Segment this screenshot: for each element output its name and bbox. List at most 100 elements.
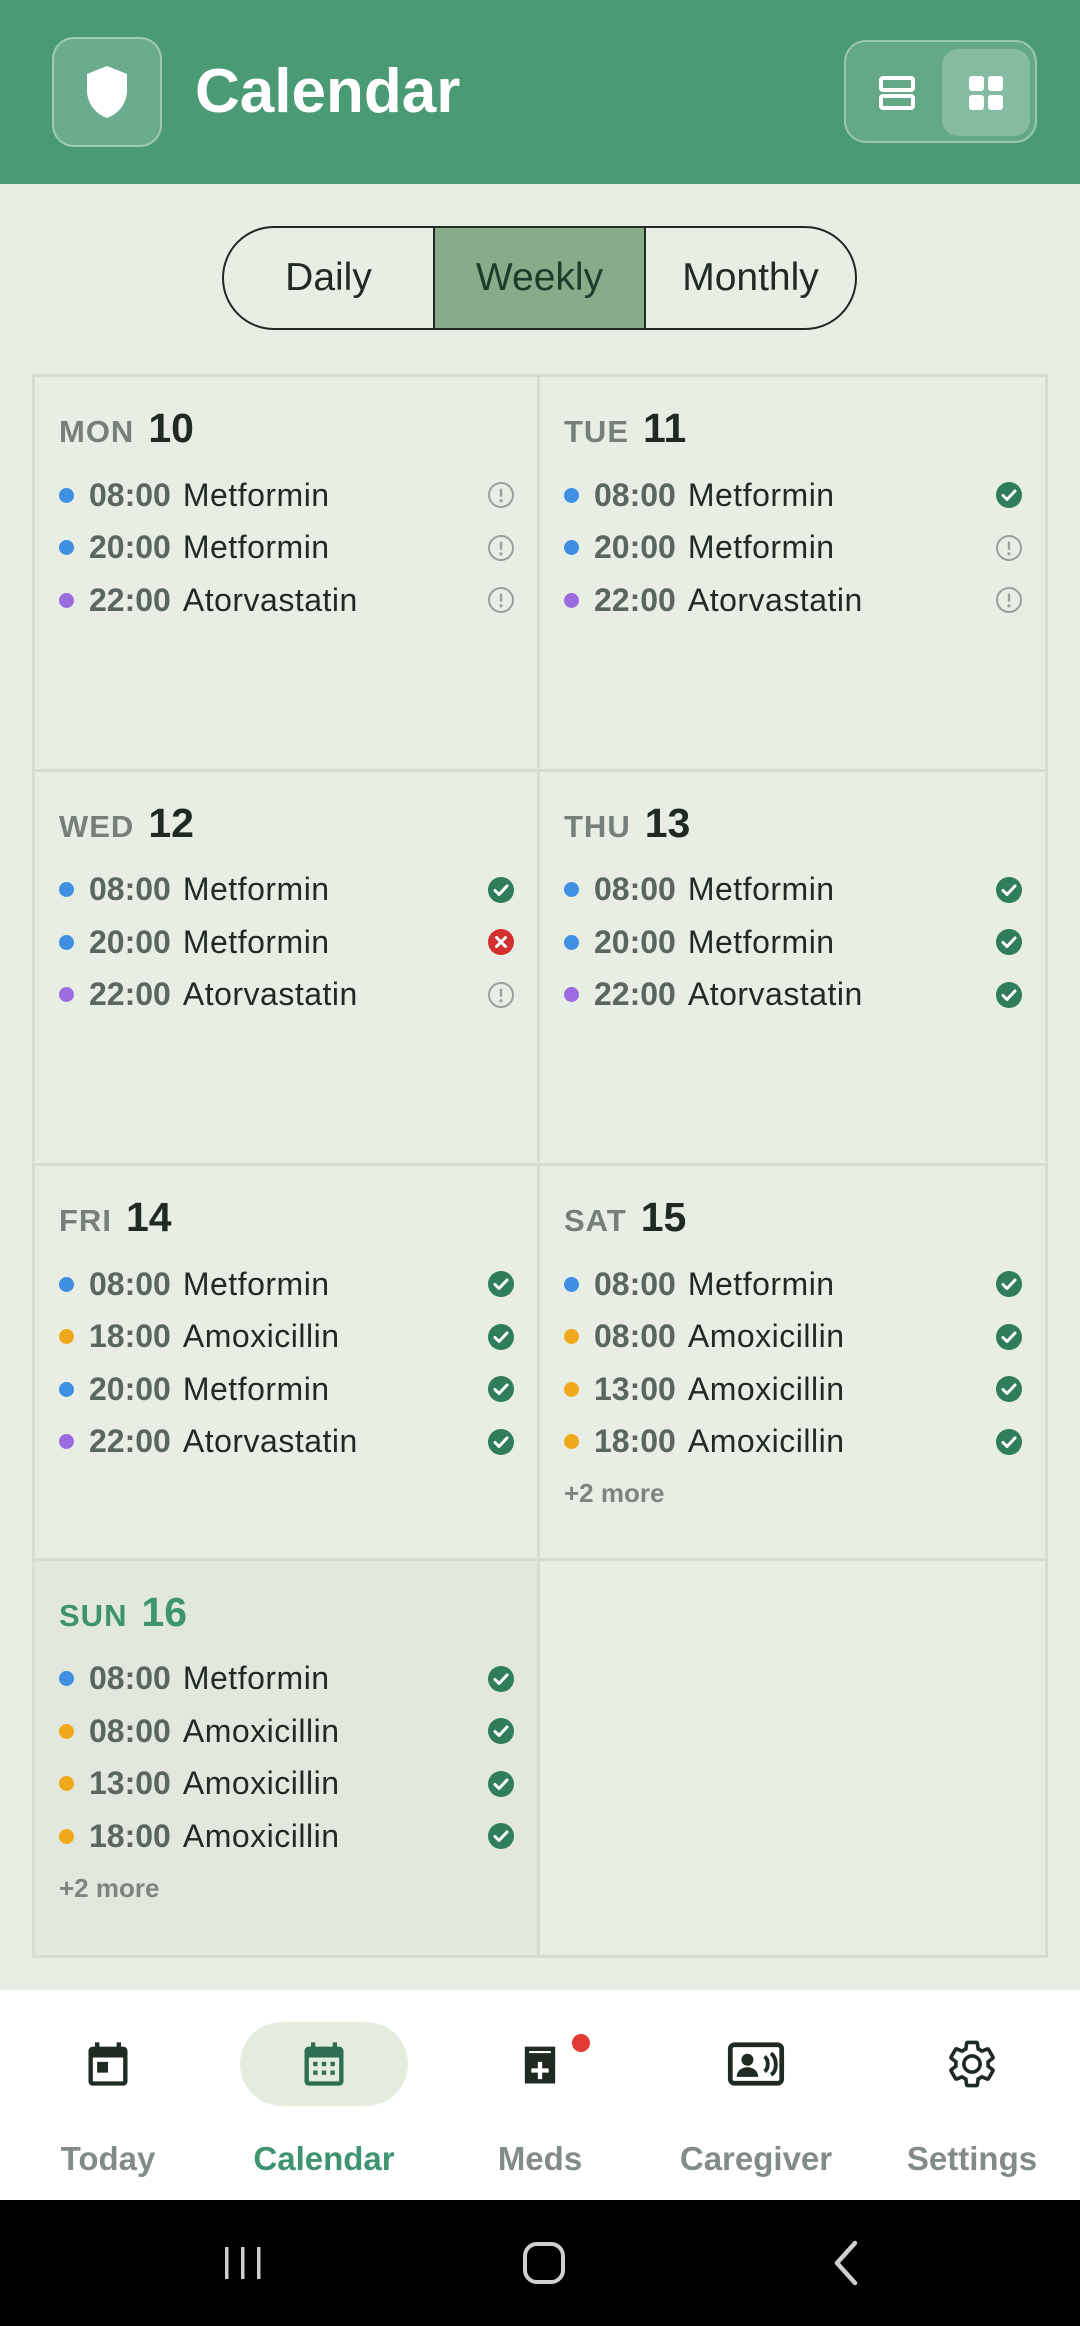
dose-entry[interactable]: 08:00 Amoxicillin bbox=[59, 1705, 515, 1758]
day-cell-wed[interactable]: WED 12 08:00 Metformin 20:00 Metformin 22:00 At… bbox=[35, 771, 540, 1166]
home-button[interactable] bbox=[509, 2230, 579, 2296]
dose-entry[interactable]: 22:00 Atorvastatin bbox=[59, 1416, 515, 1469]
med-color-dot bbox=[59, 1329, 74, 1345]
check-circle-icon bbox=[996, 876, 1022, 903]
dose-entry[interactable]: 08:00 Metformin bbox=[59, 469, 515, 522]
check-circle-icon bbox=[996, 1271, 1022, 1297]
more-doses-link[interactable]: +2 more bbox=[564, 1478, 1023, 1509]
nav-label-meds: Meds bbox=[497, 2140, 583, 2177]
nav-item-meds[interactable]: Meds bbox=[432, 1990, 648, 2200]
dose-entry[interactable]: 08:00 Metformin bbox=[564, 1258, 1023, 1311]
check-circle-icon bbox=[996, 929, 1022, 955]
day-number: 16 bbox=[141, 1588, 188, 1635]
day-cell-thu[interactable]: THU 13 08:00 Metformin 20:00 Metformin 22:00 At… bbox=[540, 772, 1045, 1166]
dose-entry[interactable]: 22:00 Atorvastatin bbox=[59, 574, 515, 627]
alert-circle-icon bbox=[996, 587, 1022, 613]
check-circle-icon bbox=[488, 1823, 514, 1849]
day-cell-mon[interactable]: MON 10 08:00 Metformin 20:00 Metformin 22:00 At… bbox=[35, 377, 540, 772]
nav-icon-container bbox=[888, 2022, 1056, 2106]
dose-time: 13:00 bbox=[594, 1370, 676, 1407]
med-color-dot bbox=[59, 487, 74, 503]
check-circle-icon bbox=[488, 1271, 514, 1297]
day-of-week: MON bbox=[59, 414, 135, 449]
check-circle-icon bbox=[996, 1323, 1022, 1350]
tab-weekly[interactable]: Weekly bbox=[435, 228, 646, 328]
dose-entry[interactable]: 22:00 Atorvastatin bbox=[564, 574, 1023, 627]
day-header: THU 13 bbox=[564, 800, 1023, 856]
med-color-dot bbox=[564, 882, 579, 898]
check-circle-icon bbox=[996, 1376, 1022, 1402]
med-color-dot bbox=[564, 1434, 579, 1450]
med-color-dot bbox=[59, 540, 74, 556]
dose-time: 22:00 bbox=[89, 976, 171, 1013]
shield-button[interactable] bbox=[52, 37, 162, 147]
page-title: Calendar bbox=[195, 57, 461, 126]
dose-entry[interactable]: 18:00 Amoxicillin bbox=[59, 1810, 515, 1863]
dose-entry[interactable]: 20:00 Metformin bbox=[59, 522, 515, 575]
med-color-dot bbox=[564, 987, 579, 1003]
dose-entry[interactable]: 22:00 Atorvastatin bbox=[564, 969, 1023, 1022]
med-name: Atorvastatin bbox=[687, 581, 863, 618]
dose-entry[interactable]: 08:00 Metformin bbox=[564, 864, 1023, 917]
dose-entry[interactable]: 08:00 Metformin bbox=[59, 864, 515, 917]
alert-circle-icon bbox=[996, 534, 1022, 561]
med-name: Metformin bbox=[687, 1265, 835, 1302]
dose-list: 08:00 Metformin 08:00 Amoxicillin 13:00 Amoxi… bbox=[59, 1653, 515, 1863]
day-of-week: FRI bbox=[59, 1203, 112, 1238]
tab-daily[interactable]: Daily bbox=[224, 228, 435, 328]
dose-list: 08:00 Metformin 08:00 Amoxicillin 13:00 Amoxi… bbox=[564, 1258, 1023, 1468]
calendar-month-icon bbox=[304, 2042, 344, 2086]
dose-entry[interactable]: 20:00 Metformin bbox=[564, 916, 1023, 969]
day-cell-sat[interactable]: SAT 15 08:00 Metformin 08:00 Amoxicillin 13:00… bbox=[540, 1166, 1045, 1561]
med-color-dot bbox=[59, 1381, 74, 1397]
app-header: Calendar bbox=[0, 0, 1080, 184]
list-view-button[interactable] bbox=[853, 49, 941, 136]
dose-entry[interactable]: 20:00 Metformin bbox=[59, 916, 515, 969]
nav-item-settings[interactable]: Settings bbox=[864, 1990, 1080, 2200]
day-of-week: TUE bbox=[564, 414, 629, 449]
dose-entry[interactable]: 18:00 Amoxicillin bbox=[59, 1311, 515, 1364]
nav-item-caregiver[interactable]: Caregiver bbox=[648, 1990, 864, 2200]
day-cell-sun[interactable]: SUN 16 08:00 Metformin 08:00 Amoxicillin 13:00… bbox=[35, 1560, 540, 1955]
dose-time: 08:00 bbox=[89, 1265, 171, 1302]
med-name: Atorvastatin bbox=[687, 976, 863, 1013]
day-header: TUE 11 bbox=[564, 405, 1023, 461]
dose-entry[interactable]: 22:00 Atorvastatin bbox=[59, 969, 515, 1022]
dose-entry[interactable]: 18:00 Amoxicillin bbox=[564, 1416, 1023, 1469]
alert-circle-icon bbox=[488, 587, 514, 613]
nav-label-calendar: Calendar bbox=[253, 2140, 395, 2177]
dose-entry[interactable]: 13:00 Amoxicillin bbox=[59, 1758, 515, 1811]
dose-time: 20:00 bbox=[594, 923, 676, 960]
check-circle-icon bbox=[488, 876, 514, 903]
med-name: Atorvastatin bbox=[182, 976, 358, 1013]
dose-entry[interactable]: 08:00 Metformin bbox=[59, 1258, 515, 1311]
back-button[interactable] bbox=[812, 2230, 882, 2296]
dose-time: 08:00 bbox=[594, 871, 676, 908]
med-name: Metformin bbox=[687, 476, 835, 513]
med-name: Metformin bbox=[182, 1370, 330, 1407]
nav-item-today[interactable]: Today bbox=[0, 1990, 216, 2200]
day-cell-fri[interactable]: FRI 14 08:00 Metformin 18:00 Amoxicillin 20:00… bbox=[35, 1166, 540, 1561]
dose-entry[interactable]: 13:00 Amoxicillin bbox=[564, 1363, 1023, 1416]
day-cell-tue[interactable]: TUE 11 08:00 Metformin 20:00 Metformin 22:00 At… bbox=[540, 377, 1045, 772]
grid-view-button[interactable] bbox=[942, 49, 1030, 136]
dose-entry[interactable]: 08:00 Metformin bbox=[564, 469, 1023, 522]
check-circle-icon bbox=[488, 1665, 514, 1692]
check-circle-icon bbox=[488, 1376, 514, 1402]
med-color-dot bbox=[564, 1381, 579, 1397]
dose-time: 22:00 bbox=[89, 1423, 171, 1460]
med-color-dot bbox=[59, 1828, 74, 1844]
dose-entry[interactable]: 20:00 Metformin bbox=[564, 522, 1023, 575]
shield-icon bbox=[87, 66, 127, 118]
dose-entry[interactable]: 08:00 Amoxicillin bbox=[564, 1311, 1023, 1364]
med-color-dot bbox=[59, 1434, 74, 1450]
nav-item-calendar[interactable]: Calendar bbox=[216, 1990, 432, 2200]
more-doses-link[interactable]: +2 more bbox=[59, 1873, 515, 1904]
med-color-dot bbox=[564, 1329, 579, 1345]
tab-monthly[interactable]: Monthly bbox=[646, 228, 855, 328]
check-circle-icon bbox=[996, 1428, 1022, 1455]
recents-button[interactable] bbox=[208, 2230, 278, 2296]
dose-entry[interactable]: 20:00 Metformin bbox=[59, 1363, 515, 1416]
check-circle-icon bbox=[996, 981, 1022, 1008]
dose-entry[interactable]: 08:00 Metformin bbox=[59, 1653, 515, 1706]
